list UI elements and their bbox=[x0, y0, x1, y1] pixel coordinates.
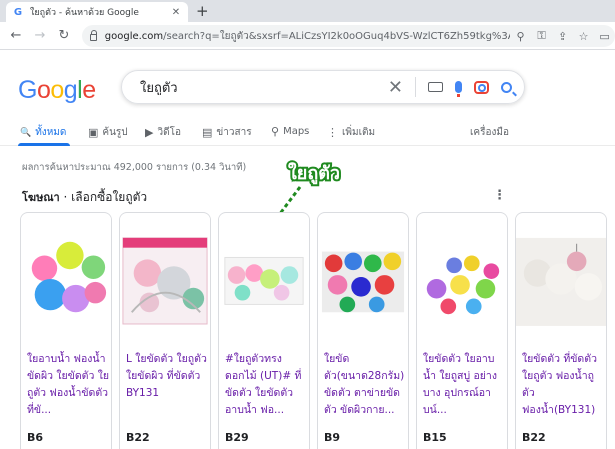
lock-icon bbox=[90, 29, 97, 41]
google-favicon-icon: G bbox=[13, 6, 23, 18]
tab-label: ทั้งหมด bbox=[35, 127, 67, 138]
browser-toolbar: ← → ↻ google.com/search?q=ใยถูตัว&sxsrf=… bbox=[0, 22, 615, 50]
shopping-heading: โฆษณา · เลือกซื้อใยถูตัว bbox=[22, 188, 147, 207]
bookmark-star-icon[interactable]: ☆ bbox=[573, 30, 594, 43]
product-image bbox=[120, 214, 210, 342]
keyboard-icon[interactable] bbox=[428, 82, 443, 92]
product-image bbox=[21, 214, 111, 342]
product-price: B22 bbox=[126, 431, 150, 444]
clear-search-icon[interactable]: ✕ bbox=[388, 77, 403, 98]
new-tab-button[interactable]: + bbox=[196, 2, 209, 20]
tab-label: ข่าวสาร bbox=[216, 127, 252, 138]
product-image bbox=[516, 214, 606, 342]
microphone-icon[interactable] bbox=[455, 81, 462, 97]
divider bbox=[415, 77, 416, 97]
product-price: B9 bbox=[324, 431, 341, 444]
tab-label: ค้นรูป bbox=[102, 127, 128, 138]
location-pin-icon[interactable]: ⚲ bbox=[510, 30, 531, 43]
product-title[interactable]: L ใยขัดตัว ใยถูตัว ใยขัดผิว ที่ขัดตัว BY… bbox=[126, 351, 208, 423]
tab-label: วิดีโอ bbox=[157, 127, 181, 138]
product-image bbox=[219, 214, 309, 342]
share-icon[interactable]: ⇪ bbox=[552, 30, 573, 43]
google-logo[interactable]: Google bbox=[18, 76, 96, 105]
tab-more[interactable]: ⋮ เพิ่มเติม bbox=[327, 125, 375, 140]
close-tab-icon[interactable]: ✕ bbox=[170, 7, 182, 18]
tab-videos[interactable]: ▶ วิดีโอ bbox=[145, 125, 181, 140]
tab-all[interactable]: 🔍 ทั้งหมด bbox=[20, 125, 66, 140]
product-price: B22 bbox=[522, 431, 546, 444]
product-image bbox=[417, 214, 507, 342]
product-price: B15 bbox=[423, 431, 447, 444]
product-title[interactable]: ใยขัดตัว(ขนาด28กรัม) ขัดตัว ตาข่ายขัดตัว… bbox=[324, 351, 406, 423]
product-title[interactable]: ใยขัดตัว ใยอาบน้ำ ใยถูสบู่ อย่างบาง อุปก… bbox=[423, 351, 505, 423]
camera-lens-icon[interactable] bbox=[474, 80, 489, 94]
tab-label: เพิ่มเติม bbox=[342, 127, 376, 138]
product-image bbox=[318, 214, 408, 342]
search-icon: 🔍 bbox=[20, 127, 32, 138]
browser-tab-title: ใยถูตัว - ค้นหาด้วย Google bbox=[30, 8, 139, 18]
product-title[interactable]: ใยอาบน้ำ ฟองน้ำขัดผิว ใยขัดตัว ใยถูตัว ฟ… bbox=[27, 351, 109, 423]
product-card[interactable]: ใยขัดตัว ที่ขัดตัว ใยถูตัว ฟองน้ำถูตัว ฟ… bbox=[515, 212, 607, 449]
product-price: B6 bbox=[27, 431, 44, 444]
video-icon: ▶ bbox=[145, 126, 154, 139]
more-options-icon[interactable]: ⋮ bbox=[493, 188, 506, 203]
search-icon[interactable] bbox=[501, 81, 512, 93]
tab-images[interactable]: ▣ ค้นรูป bbox=[88, 125, 128, 140]
separator: · bbox=[59, 190, 72, 204]
key-icon[interactable]: ⚿ bbox=[531, 29, 552, 43]
more-vertical-icon: ⋮ bbox=[327, 126, 338, 139]
tab-news[interactable]: ▤ ข่าวสาร bbox=[202, 125, 252, 140]
product-title[interactable]: ใยขัดตัว ที่ขัดตัว ใยถูตัว ฟองน้ำถูตัว ฟ… bbox=[522, 351, 604, 423]
product-card[interactable]: ใยขัดตัว ใยอาบน้ำ ใยถูสบู่ อย่างบาง อุปก… bbox=[416, 212, 508, 449]
product-price: B29 bbox=[225, 431, 249, 444]
address-bar[interactable]: google.com/search?q=ใยถูตัว&sxsrf=ALiCzs… bbox=[82, 25, 615, 47]
tab-label: เครื่องมือ bbox=[470, 127, 509, 138]
browser-tab-strip: G ใยถูตัว - ค้นหาด้วย Google ✕ + bbox=[0, 0, 615, 22]
product-card[interactable]: L ใยขัดตัว ใยถูตัว ใยขัดผิว ที่ขัดตัว BY… bbox=[119, 212, 211, 449]
ad-label: โฆษณา bbox=[22, 191, 60, 204]
news-icon: ▤ bbox=[202, 126, 213, 139]
window-icon[interactable]: ▭ bbox=[594, 30, 615, 43]
search-input[interactable] bbox=[140, 79, 360, 95]
image-icon: ▣ bbox=[88, 126, 99, 139]
search-box: ✕ bbox=[121, 70, 525, 104]
active-tab-indicator bbox=[18, 143, 70, 146]
browser-tab[interactable]: G ใยถูตัว - ค้นหาด้วย Google ✕ bbox=[6, 2, 188, 22]
map-pin-icon: ⚲ bbox=[271, 125, 280, 138]
forward-arrow-icon[interactable]: → bbox=[32, 27, 48, 45]
product-title[interactable]: #ใยถูตัวทรงดอกไม้ (UT)# ที่ขัดตัว ใยขัดต… bbox=[225, 351, 307, 423]
result-stats: ผลการค้นหาประมาณ 492,000 รายการ (0.34 วิ… bbox=[22, 162, 247, 173]
tab-maps[interactable]: ⚲ Maps bbox=[271, 125, 309, 138]
url-text: google.com/search?q=ใยถูตัว&sxsrf=ALiCzs… bbox=[104, 30, 510, 42]
product-card[interactable]: #ใยถูตัวทรงดอกไม้ (UT)# ที่ขัดตัว ใยขัดต… bbox=[218, 212, 310, 449]
reload-icon[interactable]: ↻ bbox=[56, 27, 72, 45]
back-arrow-icon[interactable]: ← bbox=[8, 27, 24, 45]
tab-tools[interactable]: เครื่องมือ bbox=[470, 125, 509, 140]
search-tabs: 🔍 ทั้งหมด ▣ ค้นรูป ▶ วิดีโอ ▤ ข่าวสาร ⚲ … bbox=[0, 118, 615, 146]
product-card[interactable]: ใยอาบน้ำ ฟองน้ำขัดผิว ใยขัดตัว ใยถูตัว ฟ… bbox=[20, 212, 112, 449]
product-card[interactable]: ใยขัดตัว(ขนาด28กรัม) ขัดตัว ตาข่ายขัดตัว… bbox=[317, 212, 409, 449]
tab-label: Maps bbox=[283, 126, 310, 137]
shopping-title: เลือกซื้อใยถูตัว bbox=[71, 190, 148, 204]
